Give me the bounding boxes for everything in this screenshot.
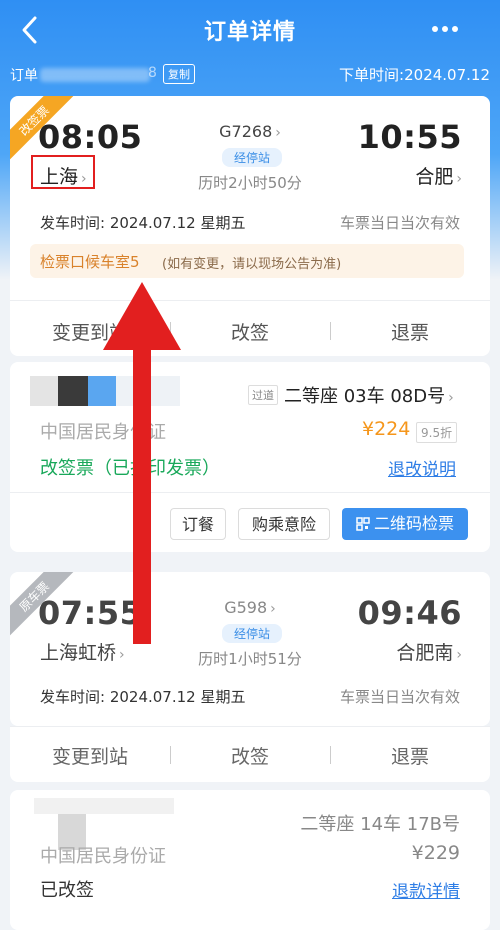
ticket-price: ¥224 [362,418,411,440]
ticket-status: 改签票（已打印发票） [40,458,220,479]
ticket-card-rebooked: 改签票 08:05 上海 › G7268 › 经停站 历时2小时50分 10:55 … [10,96,490,356]
chevron-right-icon: › [270,601,276,617]
id-type: 中国居民身份证 [40,846,166,867]
divider [10,492,490,493]
ticket-actions-original: 变更到站 改签 退票 [10,726,490,782]
qr-checkin-label: 二维码检票 [373,514,454,533]
order-info-row: 订单 8 复制 下单时间:2024.07.12 [0,62,500,86]
rebook-button[interactable]: 改签 [170,742,330,769]
arrival-station[interactable]: 合肥南 › [396,638,462,665]
divider [10,300,490,301]
arrival-time: 09:46 [357,594,462,632]
ticket-actions: 变更到站 改签 退票 [10,310,490,350]
gate-info: 检票口候车室5 (如有变更，请以现场公告为准) [30,244,464,278]
chevron-right-icon: › [275,125,281,141]
refund-button[interactable]: 退票 [330,318,490,345]
ticket-card-original: 原车票 07:55 上海虹桥 › G598 › 经停站 历时1小时51分 09:46… [10,572,490,726]
change-destination-button[interactable]: 变更到站 [10,318,170,345]
chevron-right-icon: › [448,390,454,406]
chevron-right-icon: › [456,647,462,663]
seat-info[interactable]: 二等座 03车 08D号 › [284,382,454,408]
app-header: 订单详情 [0,0,500,62]
passenger-card-rebooked: 过道 二等座 03车 08D号 › 中国居民身份证 ¥224 9.5折 改签票（已… [10,362,490,552]
validity-note: 车票当日当次有效 [339,214,460,232]
via-stations-button[interactable]: 经停站 [222,148,282,167]
refund-rules-link[interactable]: 退改说明 [388,455,456,480]
chevron-right-icon: › [456,171,462,187]
seat-info: 二等座 14车 17B号 [300,814,460,835]
insurance-button[interactable]: 购乘意险 [238,508,330,540]
id-type: 中国居民身份证 [40,422,166,443]
arrival-time: 10:55 [357,118,462,156]
order-number-redacted [40,68,150,82]
arrival-station[interactable]: 合肥 › [415,162,462,189]
order-number-tail: 8 [148,65,157,81]
discount-badge: 9.5折 [416,422,458,443]
order-number-label: 订单 [10,68,38,84]
qr-checkin-button[interactable]: 二维码检票 [342,508,468,540]
copy-button[interactable]: 复制 [163,64,195,84]
passenger-name-redacted [30,376,58,406]
via-stations-button[interactable]: 经停站 [222,624,282,643]
passenger-name-redacted [58,376,88,406]
passenger-name-redacted [116,376,180,406]
departure-date: 发车时间: 2024.07.12 星期五 [40,214,246,232]
order-time: 下单时间:2024.07.12 [339,66,490,84]
validity-note: 车票当日当次有效 [339,688,460,706]
more-button[interactable] [432,26,460,34]
passenger-name-redacted [88,376,116,406]
arrival-station-name: 合肥 [415,166,454,188]
rebook-button[interactable]: 改签 [170,318,330,345]
order-meal-button[interactable]: 订餐 [170,508,226,540]
gate-note: (如有变更，请以现场公告为准) [162,257,342,272]
train-number-text: G7268 [219,122,273,141]
refund-details-link[interactable]: 退款详情 [392,877,460,902]
departure-date: 发车时间: 2024.07.12 星期五 [40,688,246,706]
train-number-text: G598 [224,598,268,617]
ticket-actions: 变更到站 改签 退票 [10,734,490,774]
page-title: 订单详情 [203,20,296,45]
refund-button[interactable]: 退票 [330,742,490,769]
ticket-status: 已改签 [40,880,94,901]
aisle-tag: 过道 [248,385,278,405]
change-destination-button[interactable]: 变更到站 [10,742,170,769]
seat-info-text: 二等座 03车 08D号 [284,386,446,407]
passenger-name-redacted [34,798,174,814]
passenger-card-original: 二等座 14车 17B号 中国居民身份证 ¥229 已改签 退款详情 [10,790,490,930]
arrival-station-name: 合肥南 [396,642,454,664]
divider [10,726,490,727]
qr-code-icon [356,517,370,531]
ticket-price: ¥229 [411,842,460,864]
gate-main: 检票口候车室5 [40,253,140,271]
